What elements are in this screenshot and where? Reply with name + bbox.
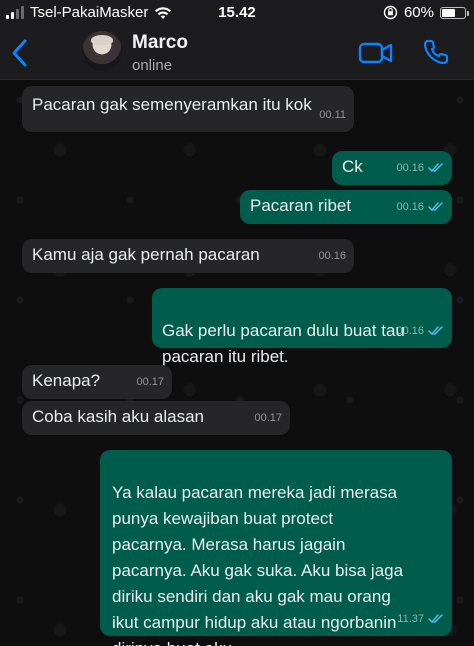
message-time: 00.11 (319, 109, 346, 121)
read-receipt-icon (428, 202, 443, 212)
message-text: Pacaran ribet (250, 196, 352, 215)
message-bubble-incoming[interactable]: Kenapa? 00.17 (22, 365, 172, 399)
voice-call-icon[interactable] (422, 38, 450, 66)
status-bar: Tsel-PakaiMasker 15.42 60% (0, 0, 474, 26)
message-meta: 00.17 (254, 405, 282, 431)
message-list[interactable]: Pacaran gak semenyeramkan itu kok 00.11 … (0, 80, 474, 646)
message-meta: 00.17 (136, 369, 164, 395)
chat-screen: Tsel-PakaiMasker 15.42 60% Marco online (0, 0, 474, 646)
message-bubble-outgoing[interactable]: Ya kalau pacaran mereka jadi merasa puny… (100, 450, 452, 646)
chat-header: Marco online (0, 26, 474, 80)
status-right: 60% (383, 4, 469, 21)
back-chevron-icon[interactable] (8, 38, 32, 68)
message-bubble-incoming[interactable]: Coba kasih aku alasan 00.17 (22, 401, 290, 435)
battery-percent: 60% (403, 4, 434, 21)
message-text: Kenapa? (32, 371, 101, 390)
avatar[interactable] (82, 31, 122, 71)
message-time: 00.16 (396, 201, 424, 213)
contact-name[interactable]: Marco (132, 32, 188, 54)
read-receipt-icon (428, 326, 443, 336)
video-call-icon[interactable] (358, 40, 394, 66)
message-meta: 00.16 (396, 155, 444, 181)
message-text: Ya kalau pacaran mereka jadi merasa puny… (112, 483, 404, 646)
read-receipt-icon (428, 614, 443, 624)
message-time: 00.17 (254, 412, 282, 424)
message-time: 00.17 (136, 376, 164, 388)
orientation-lock-icon (383, 5, 398, 20)
message-meta: 00.16 (318, 243, 346, 269)
message-bubble-outgoing[interactable]: Ck 00.16 (332, 151, 452, 185)
message-time: 00.16 (396, 325, 424, 337)
message-meta: 11.37 (397, 606, 444, 632)
battery-fill (442, 8, 455, 17)
message-time: 11.37 (397, 613, 424, 625)
message-meta: 00.16 (396, 318, 444, 344)
message-bubble-incoming[interactable]: Pacaran gak semenyeramkan itu kok 00.11 (22, 86, 354, 132)
battery-icon (440, 6, 469, 19)
message-meta: 00.16 (396, 194, 444, 220)
message-bubble-incoming[interactable]: Kamu aja gak pernah pacaran 00.16 (22, 239, 354, 273)
message-text: Ck (342, 157, 363, 176)
contact-status: online (132, 57, 173, 74)
message-text: Gak perlu pacaran dulu buat tau pacaran … (162, 321, 405, 366)
message-text: Kamu aja gak pernah pacaran (32, 245, 260, 264)
message-bubble-outgoing[interactable]: Pacaran ribet 00.16 (240, 190, 452, 224)
read-receipt-icon (428, 163, 443, 173)
message-bubble-outgoing[interactable]: Gak perlu pacaran dulu buat tau pacaran … (152, 288, 452, 366)
message-text: Coba kasih aku alasan (32, 407, 205, 426)
message-meta: 00.11 (319, 102, 346, 128)
message-time: 00.16 (318, 250, 346, 262)
message-text: Pacaran gak semenyeramkan itu kok (32, 95, 312, 114)
message-time: 00.16 (396, 162, 424, 174)
